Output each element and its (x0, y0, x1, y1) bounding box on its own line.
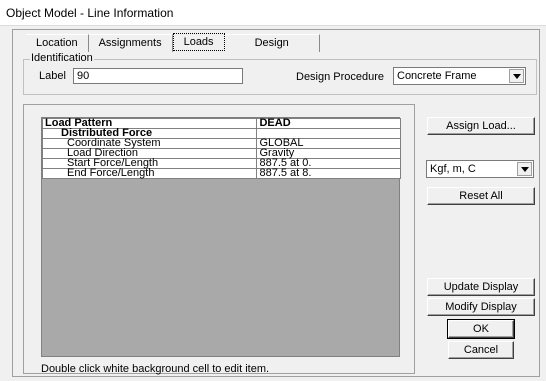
label-caption: Label (39, 70, 66, 82)
reset-all-button[interactable]: Reset All (427, 187, 535, 205)
identification-legend: Identification (30, 52, 94, 64)
title-bar: Object Model - Line Information (0, 0, 546, 26)
chevron-down-icon[interactable] (509, 69, 524, 83)
grid-cell-value[interactable]: DEAD (256, 118, 401, 129)
label-input[interactable]: 90 (73, 68, 243, 84)
chevron-down-icon[interactable] (517, 162, 532, 176)
cancel-button[interactable]: Cancel (448, 341, 514, 359)
load-grid: Load Pattern DEAD Distributed Force Coor… (41, 117, 401, 357)
window-title: Object Model - Line Information (6, 6, 174, 20)
units-value: Kgf, m, C (430, 163, 476, 175)
design-procedure-select[interactable]: Concrete Frame (393, 67, 526, 85)
table-row[interactable]: End Force/Length 887.5 at 8. (41, 168, 401, 179)
tab-strip: Location Assignments Loads Design (26, 33, 320, 54)
design-procedure-caption: Design Procedure (296, 71, 385, 83)
units-select[interactable]: Kgf, m, C (426, 160, 534, 178)
tab-location[interactable]: Location (26, 34, 89, 52)
status-text: Double click white background cell to ed… (41, 363, 270, 375)
assign-load-button[interactable]: Assign Load... (427, 117, 535, 135)
tab-design[interactable]: Design (224, 34, 320, 52)
modify-display-button[interactable]: Modify Display (427, 298, 535, 316)
grid-cell-value[interactable]: 887.5 at 8. (256, 168, 401, 179)
tab-assignments[interactable]: Assignments (88, 34, 173, 52)
update-display-button[interactable]: Update Display (427, 278, 535, 296)
design-procedure-value: Concrete Frame (397, 70, 477, 82)
tab-loads[interactable]: Loads (172, 33, 225, 51)
grid-cell-name[interactable]: End Force/Length (41, 168, 258, 179)
ok-button[interactable]: OK (447, 319, 515, 339)
